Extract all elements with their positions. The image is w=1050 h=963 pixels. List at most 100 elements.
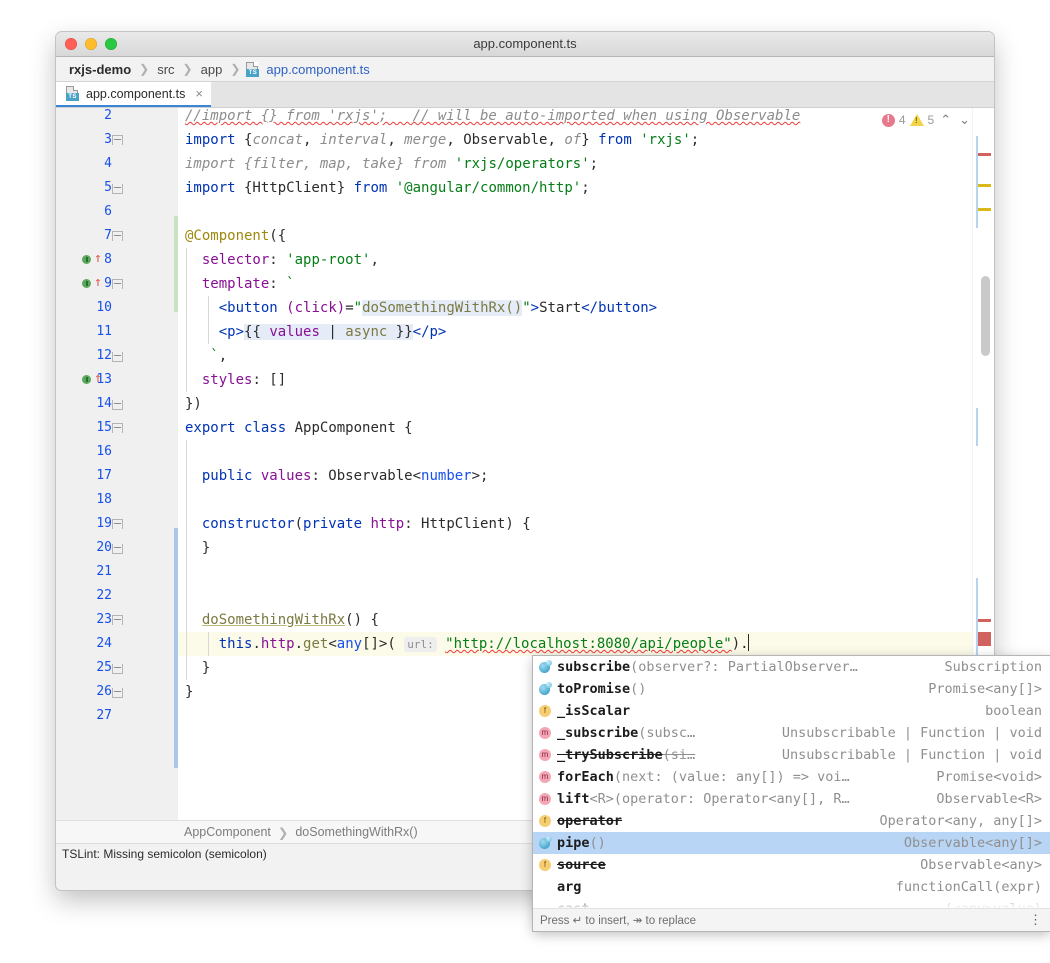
completion-item[interactable]: m lift <R>(operator: Operator<any[], R… Obs… <box>533 788 1050 810</box>
code-fold-toggle-icon[interactable] <box>112 687 123 698</box>
code-line[interactable]: styles: [] <box>178 368 994 392</box>
chevron-up-icon[interactable]: ⌃ <box>938 112 953 128</box>
code-line[interactable]: constructor(private http: HttpClient) { <box>178 512 994 536</box>
gutter-line[interactable]: 22 <box>56 584 178 608</box>
gutter-line[interactable]: 3 <box>56 128 178 152</box>
gutter-line[interactable]: 15 <box>56 416 178 440</box>
gutter-line[interactable]: 19 <box>56 512 178 536</box>
gutter-line[interactable]: 26 <box>56 680 178 704</box>
code-fold-toggle-icon[interactable] <box>112 183 123 194</box>
code-fold-toggle-icon[interactable] <box>112 399 123 410</box>
code-line[interactable] <box>178 560 994 584</box>
code-fold-toggle-icon[interactable] <box>112 135 123 146</box>
code-line[interactable]: }) <box>178 392 994 416</box>
method-override-arrow-icon[interactable]: ↑ <box>94 372 102 386</box>
inspection-widget[interactable]: ! 4 5 ⌃ ⌄ <box>873 108 972 132</box>
error-marker[interactable] <box>978 153 991 156</box>
line-number-gutter[interactable]: 2 3 4 5 6 7 8 ↑ 9 ↑ 10 11 12 13 ↑ 14 15 16 17 18 19 20 21 22 23 2… <box>56 108 178 820</box>
gutter-line[interactable]: 25 <box>56 656 178 680</box>
gutter-line[interactable]: 27 <box>56 704 178 728</box>
code-line[interactable]: <p>{{ values | async }}</p> <box>178 320 994 344</box>
gutter-line[interactable]: 12 <box>56 344 178 368</box>
gutter-line[interactable]: 2 <box>56 104 178 128</box>
window-titlebar[interactable]: app.component.ts <box>56 32 994 57</box>
gutter-line[interactable]: 20 <box>56 536 178 560</box>
completion-item[interactable]: toPromise() Promise<any[]> <box>533 678 1050 700</box>
completion-item[interactable]: f _isScalar boolean <box>533 700 1050 722</box>
code-fold-toggle-icon[interactable] <box>112 279 123 290</box>
gutter-line[interactable]: 9 ↑ <box>56 272 178 296</box>
code-fold-toggle-icon[interactable] <box>112 663 123 674</box>
code-line[interactable] <box>178 488 994 512</box>
gutter-line[interactable]: 21 <box>56 560 178 584</box>
breadcrumb-method[interactable]: doSomethingWithRx() <box>295 825 417 839</box>
intention-bulb-icon[interactable] <box>82 255 91 264</box>
code-fold-toggle-icon[interactable] <box>112 231 123 242</box>
code-line[interactable]: <button (click)="doSomethingWithRx()">St… <box>178 296 994 320</box>
gutter-line[interactable]: 4 <box>56 152 178 176</box>
completion-item[interactable]: f source Observable<any> <box>533 854 1050 876</box>
gutter-line[interactable]: 10 <box>56 296 178 320</box>
gutter-line[interactable]: 8 ↑ <box>56 248 178 272</box>
code-line[interactable] <box>178 440 994 464</box>
code-completion-popup[interactable]: subscribe (observer?: PartialObserver… Sub… <box>533 656 1050 931</box>
error-marker[interactable] <box>978 632 991 646</box>
completion-item[interactable]: m _trySubscribe (si… Unsubscribable | Funct… <box>533 744 1050 766</box>
code-line[interactable]: template: ` <box>178 272 994 296</box>
warning-marker[interactable] <box>978 184 991 187</box>
gutter-line[interactable]: 11 <box>56 320 178 344</box>
error-marker[interactable] <box>978 619 991 622</box>
gutter-line[interactable]: 13 ↑ <box>56 368 178 392</box>
gutter-line[interactable]: 6 <box>56 200 178 224</box>
code-line[interactable]: import {concat, interval, merge, Observa… <box>178 128 994 152</box>
completion-list[interactable]: subscribe (observer?: PartialObserver… Sub… <box>533 656 1050 908</box>
completion-item[interactable]: m forEach (next: (value: any[]) => voi… Pro… <box>533 766 1050 788</box>
completion-item[interactable]: cast (<any>value) <box>533 898 1050 908</box>
scrollbar-thumb[interactable] <box>981 276 990 356</box>
gutter-line[interactable]: 7 <box>56 224 178 248</box>
gutter-line[interactable]: 16 <box>56 440 178 464</box>
intention-bulb-icon[interactable] <box>82 375 91 384</box>
code-fold-toggle-icon[interactable] <box>112 543 123 554</box>
code-line[interactable]: public values: Observable<number>; <box>178 464 994 488</box>
code-line[interactable]: export class AppComponent { <box>178 416 994 440</box>
chevron-down-icon[interactable]: ⌄ <box>957 112 972 128</box>
method-override-arrow-icon[interactable]: ↑ <box>94 252 102 266</box>
gutter-line[interactable]: 17 <box>56 464 178 488</box>
close-icon[interactable]: × <box>191 86 203 101</box>
breadcrumb-project[interactable]: rxjs-demo <box>67 62 133 77</box>
breadcrumb-item-src[interactable]: src <box>155 62 176 77</box>
code-line[interactable]: import {HttpClient} from '@angular/commo… <box>178 176 994 200</box>
code-line[interactable] <box>178 584 994 608</box>
gutter-line[interactable]: 14 <box>56 392 178 416</box>
completion-item[interactable]: f operator Operator<any, any[]> <box>533 810 1050 832</box>
more-options-icon[interactable]: ⋮ <box>1029 913 1050 926</box>
gutter-line[interactable]: 23 <box>56 608 178 632</box>
code-line[interactable]: doSomethingWithRx() { <box>178 608 994 632</box>
code-line[interactable]: } <box>178 536 994 560</box>
breadcrumb-file[interactable]: app.component.ts <box>260 62 371 77</box>
code-fold-toggle-icon[interactable] <box>112 423 123 434</box>
code-line[interactable] <box>178 200 994 224</box>
code-fold-toggle-icon[interactable] <box>112 351 123 362</box>
code-line[interactable]: //import {} from 'rxjs'; // will be auto… <box>178 104 994 128</box>
code-line[interactable]: this.http.get<any[]>( url: "http://local… <box>178 632 994 656</box>
gutter-line[interactable]: 5 <box>56 176 178 200</box>
code-fold-toggle-icon[interactable] <box>112 615 123 626</box>
intention-bulb-icon[interactable] <box>82 279 91 288</box>
completion-item[interactable]: m _subscribe (subsc… Unsubscribable | Funct… <box>533 722 1050 744</box>
gutter-line[interactable]: 18 <box>56 488 178 512</box>
code-fold-toggle-icon[interactable] <box>112 519 123 530</box>
breadcrumb-item-app[interactable]: app <box>199 62 225 77</box>
completion-item[interactable]: arg functionCall(expr) <box>533 876 1050 898</box>
code-line[interactable]: import {filter, map, take} from 'rxjs/op… <box>178 152 994 176</box>
code-line[interactable]: `, <box>178 344 994 368</box>
completion-item[interactable]: subscribe (observer?: PartialObserver… Sub… <box>533 656 1050 678</box>
code-line[interactable]: selector: 'app-root', <box>178 248 994 272</box>
completion-item[interactable]: pipe() Observable<any[]> <box>533 832 1050 854</box>
gutter-line[interactable]: 24 <box>56 632 178 656</box>
code-line[interactable]: @Component({ <box>178 224 994 248</box>
breadcrumb-class[interactable]: AppComponent <box>184 825 271 839</box>
warning-marker[interactable] <box>978 208 991 211</box>
method-override-arrow-icon[interactable]: ↑ <box>94 276 102 290</box>
